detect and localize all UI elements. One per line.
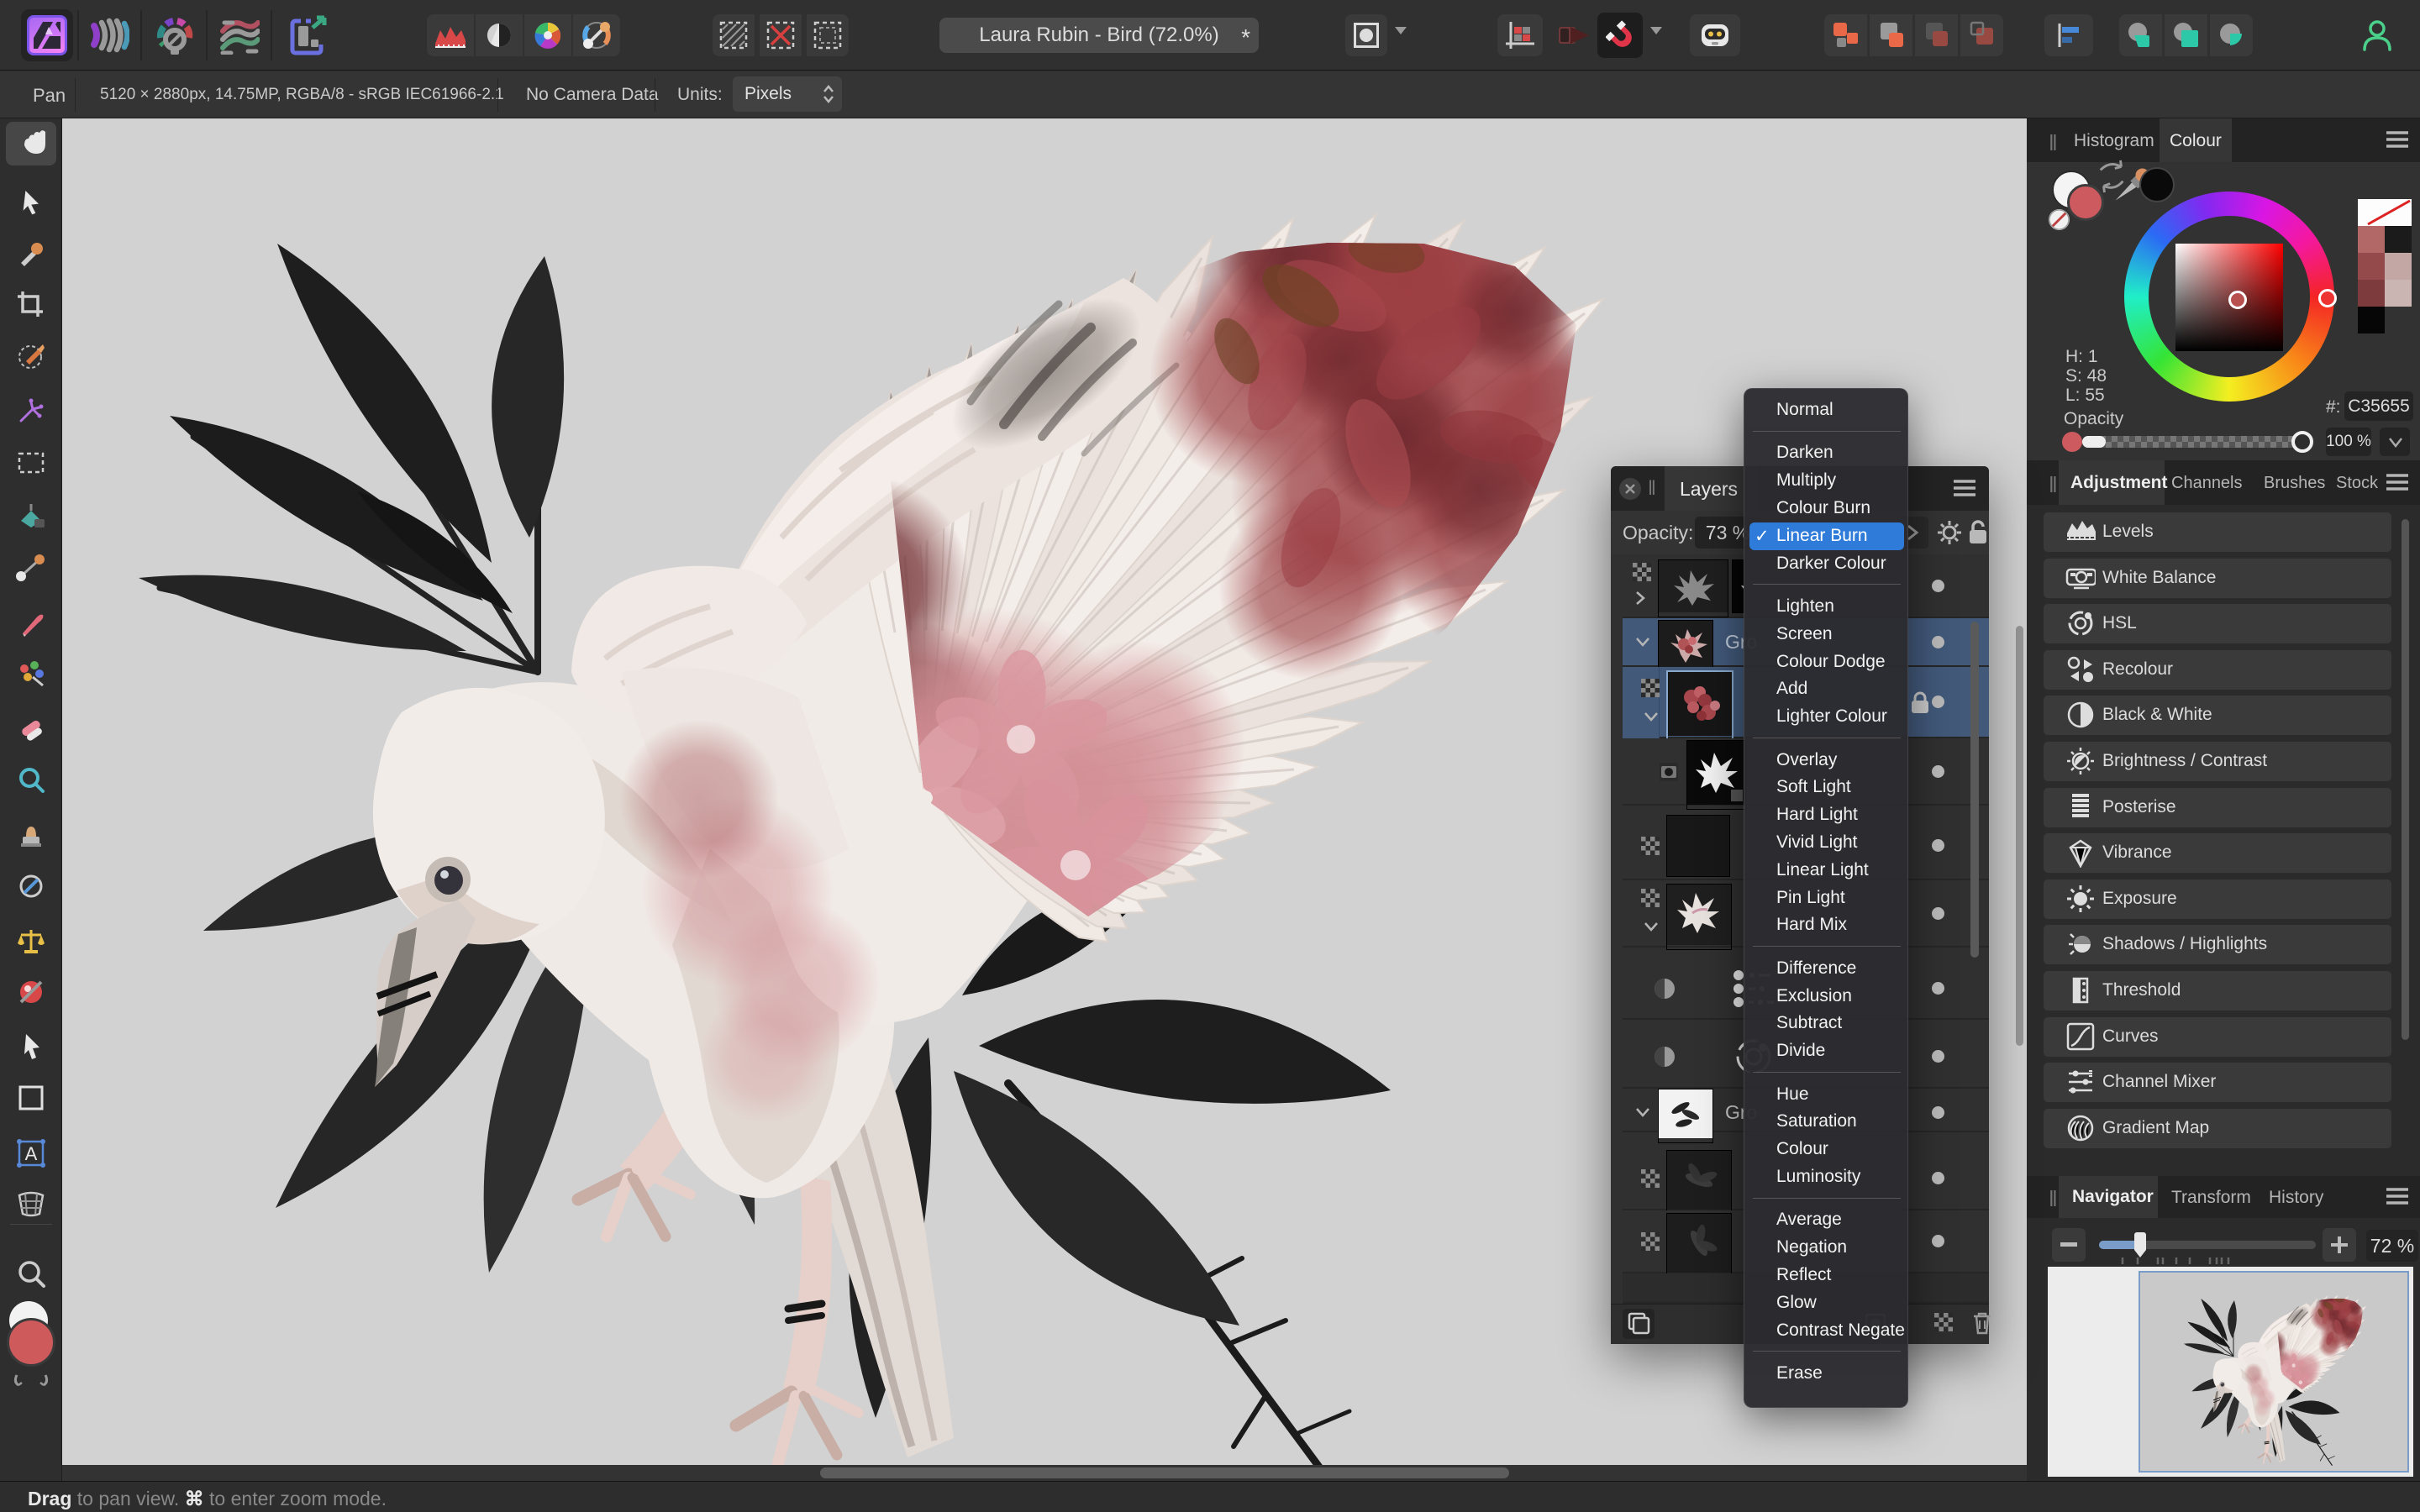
svg-text:A: A [25,1143,38,1164]
